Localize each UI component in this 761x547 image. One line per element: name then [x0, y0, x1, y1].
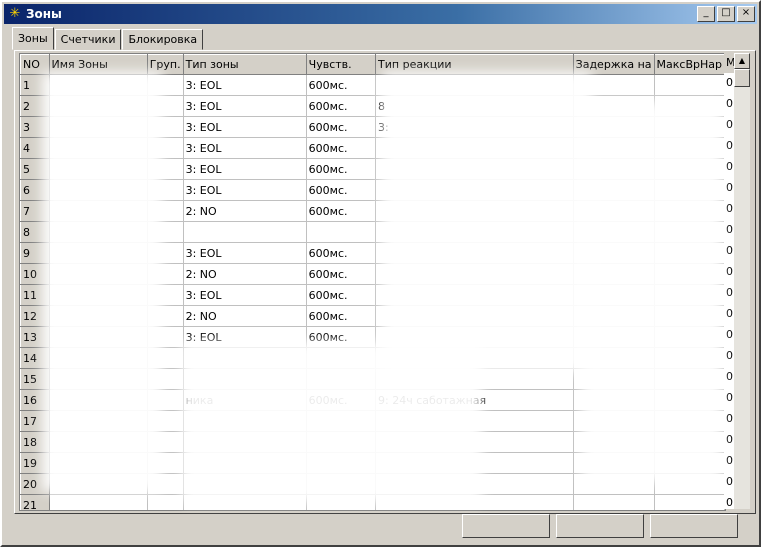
- col-header-max-time[interactable]: МаксВрНар: [653, 54, 725, 75]
- m-cell[interactable]: 0: [724, 367, 734, 388]
- zone-name-cell[interactable]: [49, 494, 148, 510]
- blurred-region: [42, 72, 162, 492]
- scrollbar-track[interactable]: ▲: [734, 53, 750, 509]
- sensitivity-cell[interactable]: [306, 221, 377, 243]
- zone-type-cell[interactable]: 3: EOL: [183, 137, 307, 159]
- col-header-zone-type[interactable]: Тип зоны: [182, 54, 307, 75]
- m-cell[interactable]: 0: [724, 283, 734, 304]
- m-cell[interactable]: 0: [724, 157, 734, 178]
- m-cell[interactable]: 0: [724, 493, 734, 514]
- vertical-scrollbar-area: М 0000000000000000000000 ▲: [724, 53, 750, 530]
- sensitivity-cell[interactable]: 600мс.: [306, 305, 377, 327]
- tab-zones[interactable]: Зоны: [12, 27, 54, 50]
- max-time-cell[interactable]: [654, 74, 725, 96]
- sensitivity-cell[interactable]: 600мс.: [306, 284, 377, 306]
- sensitivity-cell[interactable]: 600мс.: [306, 95, 377, 117]
- zone-type-cell[interactable]: [183, 221, 307, 243]
- m-cell[interactable]: 0: [724, 262, 734, 283]
- delay-cell[interactable]: [573, 494, 655, 510]
- sensitivity-cell[interactable]: 600мс.: [306, 263, 377, 285]
- m-cell[interactable]: 0: [724, 451, 734, 472]
- zone-type-cell[interactable]: 3: EOL: [183, 284, 307, 306]
- sensitivity-cell[interactable]: 600мс.: [306, 116, 377, 138]
- blurred-region: [582, 102, 722, 482]
- blurred-region: [382, 72, 592, 372]
- scroll-up-arrow-icon[interactable]: ▲: [734, 53, 750, 69]
- m-cell[interactable]: 0: [724, 409, 734, 430]
- app-star-icon: ✳: [9, 6, 21, 21]
- sensitivity-cell[interactable]: 600мс.: [306, 179, 377, 201]
- m-cell[interactable]: 0: [724, 115, 734, 136]
- window-title: Зоны: [26, 7, 62, 21]
- m-cell[interactable]: 0: [724, 472, 734, 493]
- zone-type-cell[interactable]: 3: EOL: [183, 95, 307, 117]
- zone-type-cell[interactable]: 3: EOL: [183, 242, 307, 264]
- zones-window: ✳ Зоны _ □ × Зоны Счетчики Блокировка NO…: [0, 0, 761, 547]
- zone-type-cell[interactable]: 2: NO: [183, 200, 307, 222]
- button-bar: [462, 514, 738, 538]
- sensitivity-cell[interactable]: 600мс.: [306, 74, 377, 96]
- blurred-region: [182, 342, 482, 502]
- sensitivity-cell[interactable]: 600мс.: [306, 137, 377, 159]
- sensitivity-cell[interactable]: 600мс.: [306, 242, 377, 264]
- col-header-m[interactable]: М: [724, 53, 736, 73]
- sensitivity-cell[interactable]: 600мс.: [306, 158, 377, 180]
- zone-type-cell[interactable]: 2: NO: [183, 305, 307, 327]
- m-cell[interactable]: 0: [724, 325, 734, 346]
- zone-type-cell[interactable]: 3: EOL: [183, 158, 307, 180]
- m-cell[interactable]: 0: [724, 178, 734, 199]
- group-cell[interactable]: [147, 494, 184, 510]
- title-bar[interactable]: ✳ Зоны _ □ ×: [4, 4, 757, 24]
- tab-strip: Зоны Счетчики Блокировка: [12, 27, 204, 50]
- close-button[interactable]: ×: [737, 6, 755, 22]
- m-cell[interactable]: 0: [724, 199, 734, 220]
- dialog-button-3[interactable]: [650, 514, 738, 538]
- maximize-button[interactable]: □: [717, 6, 735, 22]
- last-column: М 0000000000000000000000: [724, 53, 736, 530]
- zone-type-cell[interactable]: 2: NO: [183, 263, 307, 285]
- tab-counters[interactable]: Счетчики: [54, 29, 122, 50]
- col-header-sensitivity[interactable]: Чувств.: [305, 54, 377, 75]
- m-cell[interactable]: 0: [724, 304, 734, 325]
- m-cell[interactable]: 0: [724, 346, 734, 367]
- zone-type-cell[interactable]: 3: EOL: [183, 74, 307, 96]
- m-cell[interactable]: 0: [724, 430, 734, 451]
- zone-type-cell[interactable]: 3: EOL: [183, 179, 307, 201]
- m-cell[interactable]: 0: [724, 94, 734, 115]
- max-time-cell[interactable]: [654, 494, 725, 510]
- minimize-button[interactable]: _: [697, 6, 715, 22]
- m-cell[interactable]: 0: [724, 220, 734, 241]
- dialog-button-1[interactable]: [462, 514, 550, 538]
- tab-blocking[interactable]: Блокировка: [122, 29, 204, 50]
- sensitivity-cell[interactable]: 600мс.: [306, 200, 377, 222]
- m-cell[interactable]: 0: [724, 136, 734, 157]
- scrollbar-thumb[interactable]: [734, 69, 750, 87]
- m-cell[interactable]: 0: [724, 241, 734, 262]
- row-number[interactable]: 21: [20, 494, 50, 510]
- m-cell[interactable]: 0: [724, 73, 734, 94]
- dialog-button-2[interactable]: [556, 514, 644, 538]
- zone-type-cell[interactable]: 3: EOL: [183, 116, 307, 138]
- m-cell[interactable]: 0: [724, 388, 734, 409]
